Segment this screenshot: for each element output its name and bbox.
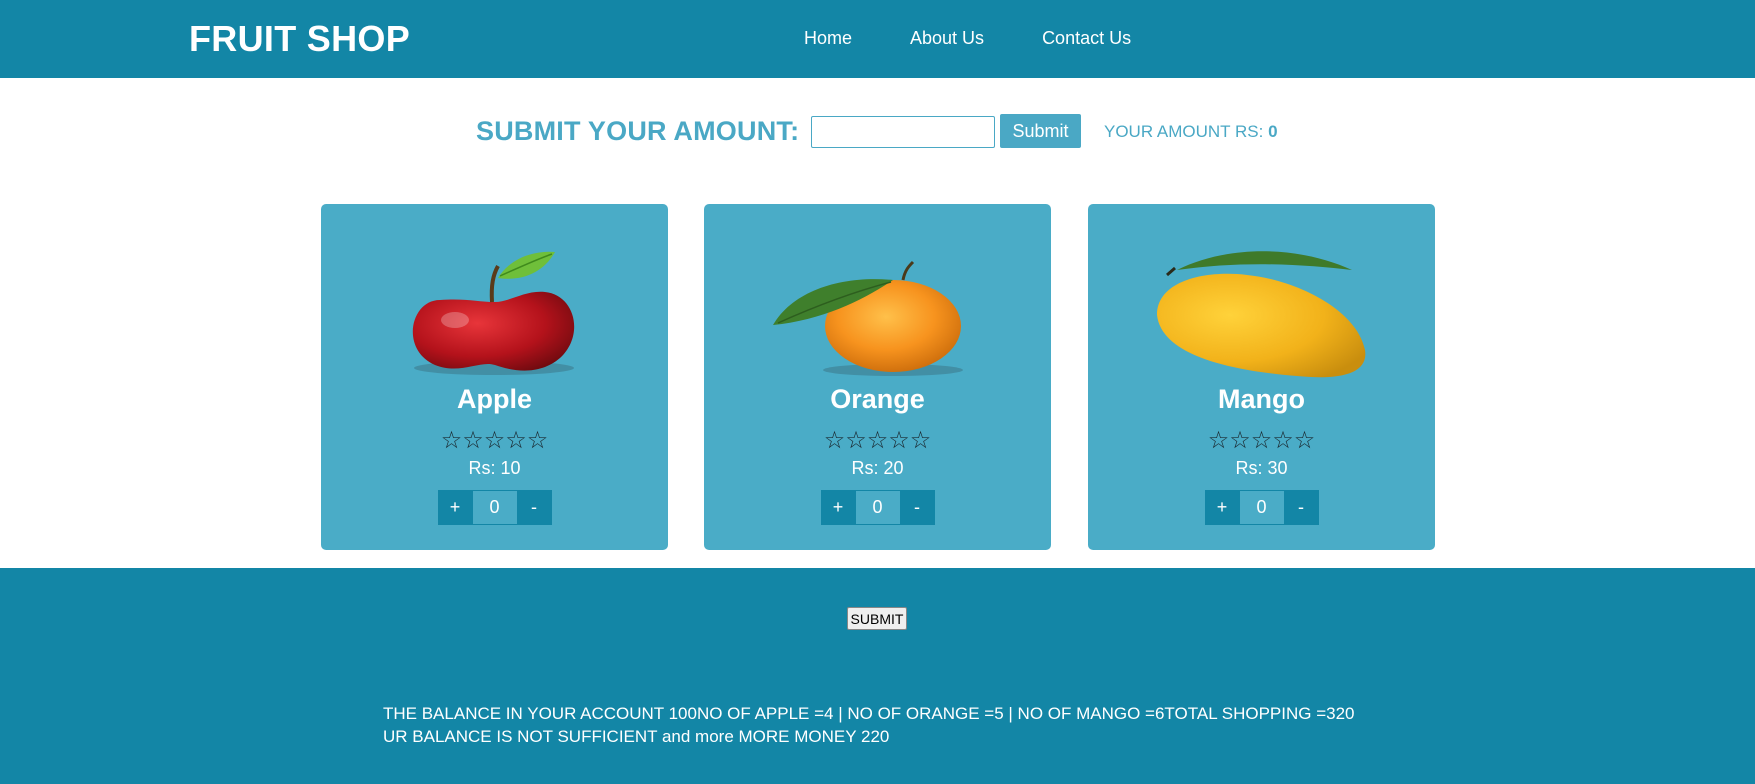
rating-stars[interactable]: ☆☆☆☆☆ xyxy=(1088,426,1435,454)
nav-about-us[interactable]: About Us xyxy=(910,28,984,49)
orange-image xyxy=(772,260,963,376)
main-nav: Home About Us Contact Us xyxy=(804,28,1189,49)
rating-stars[interactable]: ☆☆☆☆☆ xyxy=(704,426,1051,454)
brand-logo[interactable]: FRUIT SHOP xyxy=(189,18,410,60)
balance-warning: UR BALANCE IS NOT SUFFICIENT and more MO… xyxy=(383,727,890,746)
quantity-stepper: + 0 - xyxy=(820,490,935,525)
product-name: Orange xyxy=(830,384,925,414)
header: FRUIT SHOP Home About Us Contact Us xyxy=(0,0,1755,78)
product-name: Apple xyxy=(456,384,532,414)
decrement-button[interactable]: - xyxy=(899,490,935,525)
increment-button[interactable]: + xyxy=(437,490,473,525)
increment-button[interactable]: + xyxy=(820,490,856,525)
product-card-orange: Orange ☆☆☆☆☆ Rs: 20 + 0 - xyxy=(704,204,1051,550)
amount-submit-button[interactable]: Submit xyxy=(1000,114,1081,148)
quantity-value: 0 xyxy=(1239,490,1284,525)
amount-label: YOUR AMOUNT RS: xyxy=(1104,122,1264,141)
quantity-value: 0 xyxy=(855,490,900,525)
mango-image xyxy=(1156,251,1365,378)
product-price: Rs: 20 xyxy=(851,458,904,478)
nav-home[interactable]: Home xyxy=(804,28,852,49)
apple-image xyxy=(412,251,574,375)
order-submit-button[interactable]: SUBMIT xyxy=(847,607,907,630)
decrement-button[interactable]: - xyxy=(1283,490,1319,525)
nav-contact-us[interactable]: Contact Us xyxy=(1042,28,1131,49)
product-price: Rs: 10 xyxy=(468,458,521,478)
quantity-stepper: + 0 - xyxy=(1204,490,1319,525)
amount-bar: SUBMIT YOUR AMOUNT: Submit YOUR AMOUNT R… xyxy=(0,114,1755,152)
quantity-value: 0 xyxy=(472,490,517,525)
amount-title: SUBMIT YOUR AMOUNT: xyxy=(476,116,800,146)
amount-value: 0 xyxy=(1268,122,1278,141)
product-name: Mango xyxy=(1218,384,1305,414)
amount-input[interactable] xyxy=(811,116,995,148)
footer-section: SUBMIT THE BALANCE IN YOUR ACCOUNT 100NO… xyxy=(0,568,1755,784)
decrement-button[interactable]: - xyxy=(516,490,552,525)
product-price: Rs: 30 xyxy=(1235,458,1288,478)
quantity-stepper: + 0 - xyxy=(437,490,552,525)
increment-button[interactable]: + xyxy=(1204,490,1240,525)
product-card-mango: Mango ☆☆☆☆☆ Rs: 30 + 0 - xyxy=(1088,204,1435,550)
product-card-apple: Apple ☆☆☆☆☆ Rs: 10 + 0 - xyxy=(321,204,668,550)
balance-summary: THE BALANCE IN YOUR ACCOUNT 100NO OF APP… xyxy=(383,704,1355,723)
amount-display: YOUR AMOUNT RS: 0 xyxy=(1104,122,1278,142)
rating-stars[interactable]: ☆☆☆☆☆ xyxy=(321,426,668,454)
